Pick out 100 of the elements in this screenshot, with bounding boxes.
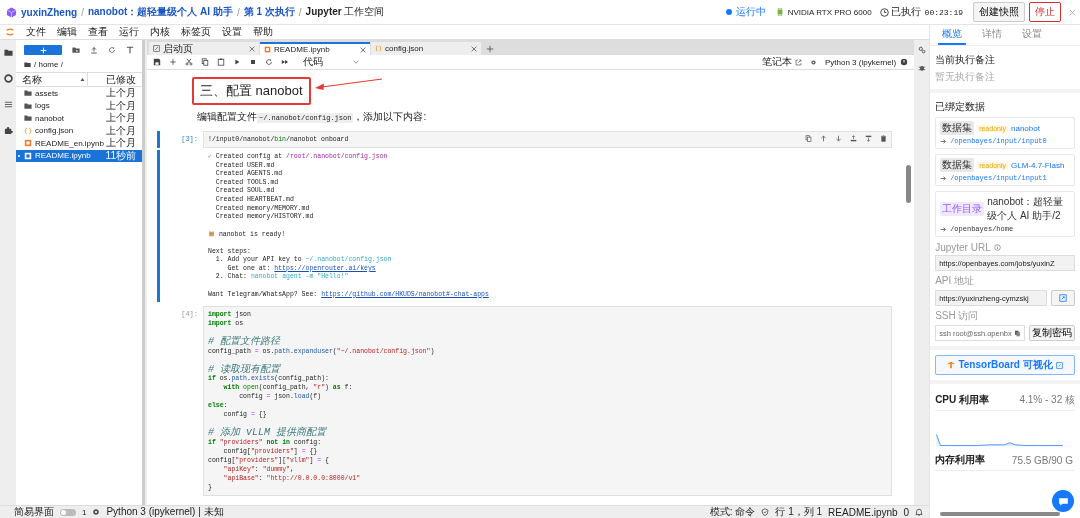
close-icon[interactable]: [471, 45, 477, 52]
list-icon[interactable]: [3, 100, 13, 109]
move-down-icon[interactable]: [835, 135, 843, 142]
code-input[interactable]: [203, 306, 893, 497]
simple-mode-toggle[interactable]: [60, 508, 76, 516]
editor-tab[interactable]: README.ipynb: [260, 42, 370, 55]
file-row[interactable]: nanobot 上个月: [16, 112, 142, 125]
terminal-count[interactable]: 1: [82, 507, 87, 517]
copy-icon[interactable]: [1014, 329, 1021, 337]
stop-icon[interactable]: [249, 58, 257, 66]
chat-button[interactable]: [1052, 490, 1074, 512]
modified-time: 上个月: [106, 111, 136, 126]
column-header[interactable]: 名称: [22, 72, 78, 87]
plus-icon[interactable]: [169, 58, 177, 66]
folder-icon[interactable]: [3, 48, 13, 57]
external-link-icon[interactable]: [795, 58, 802, 66]
menu-item[interactable]: 内核: [150, 25, 170, 39]
menu-item[interactable]: 查看: [88, 25, 108, 39]
breadcrumb-link[interactable]: 第 1 次执行: [243, 5, 295, 19]
duplicate-icon[interactable]: [805, 135, 813, 142]
type-tag: 工作目录: [940, 202, 985, 216]
cell-type-dropdown[interactable]: 代码: [303, 55, 359, 69]
type-tag: 数据集: [940, 158, 975, 172]
snapshot-button[interactable]: 创建快照: [973, 2, 1025, 22]
panel-tab[interactable]: 设置: [1018, 25, 1047, 45]
notebook-link[interactable]: 笔记本: [762, 55, 792, 69]
status-label: 运行中: [735, 5, 766, 19]
breadcrumb-link[interactable]: nanobot：超轻量级个人 AI 助手: [87, 5, 233, 19]
file-row[interactable]: config.json 上个月: [16, 124, 142, 137]
insert-above-icon[interactable]: [850, 135, 858, 142]
dataset-name: GLM-4.7-Flash: [1011, 160, 1065, 170]
close-icon[interactable]: [249, 45, 255, 52]
breadcrumb-path[interactable]: / home /: [34, 60, 63, 69]
move-up-icon[interactable]: [820, 135, 828, 142]
braces-icon: [375, 45, 382, 52]
file-row[interactable]: README_en.ipynb 上个月: [16, 137, 142, 150]
circle-stop-icon[interactable]: [3, 74, 13, 83]
new-folder-icon[interactable]: [72, 46, 80, 54]
notebook-icon: [24, 151, 32, 160]
tensorboard-button[interactable]: TensorBoard 可视化: [935, 355, 1075, 375]
close-icon[interactable]: [360, 46, 366, 53]
menu-item[interactable]: 设置: [222, 25, 242, 39]
save-icon[interactable]: [153, 58, 161, 66]
menu-item[interactable]: 标签页: [181, 25, 211, 39]
gear-icon[interactable]: [810, 58, 817, 66]
scrollbar-thumb[interactable]: [940, 512, 1060, 516]
cat-icon: [208, 230, 215, 238]
info-icon: [993, 244, 1001, 251]
notification-count[interactable]: 0: [903, 506, 910, 518]
file-row[interactable]: README.ipynb 11秒前: [16, 149, 142, 162]
menu-item[interactable]: 帮助: [253, 25, 273, 39]
modified-time: 上个月: [106, 98, 136, 113]
breadcrumb-link[interactable]: yuxinZheng: [21, 6, 78, 18]
jupyter-logo-icon: [5, 27, 15, 37]
file-row[interactable]: logs 上个月: [16, 99, 142, 112]
restart-icon[interactable]: [265, 58, 273, 66]
fast-forward-icon[interactable]: [281, 58, 289, 66]
modified-time: 上个月: [106, 123, 136, 138]
filter-icon[interactable]: [126, 46, 134, 54]
gears-icon[interactable]: [917, 46, 926, 54]
panel-tab[interactable]: 概览: [938, 25, 967, 45]
notebook-icon: [264, 46, 271, 53]
active-cell-bar: [157, 131, 160, 149]
dataset-name: nanobot: [1011, 123, 1040, 133]
notebook-icon: [24, 139, 32, 148]
section-title: 已绑定数据: [935, 100, 987, 114]
kernel-status[interactable]: Python 3 (ipykernel) | 未知: [106, 505, 224, 518]
edit-icon: [153, 45, 160, 52]
insert-below-icon[interactable]: [865, 135, 873, 142]
bell-icon[interactable]: [915, 508, 924, 516]
modified-time: 上个月: [106, 136, 136, 151]
code-line: # 读取现有配置: [208, 364, 280, 374]
stop-button[interactable]: 停止: [1029, 2, 1061, 22]
editor-tab[interactable]: 启动页: [149, 42, 259, 55]
kernel-status-icon: [900, 58, 909, 66]
column-header[interactable]: 已修改: [87, 72, 136, 87]
add-tab-icon[interactable]: [486, 45, 494, 53]
puzzle-icon[interactable]: [3, 126, 13, 135]
kernel-name[interactable]: Python 3 (ipykernel): [825, 57, 897, 67]
menu-item[interactable]: 编辑: [57, 25, 77, 39]
gear-icon[interactable]: [92, 508, 101, 516]
refresh-icon[interactable]: [108, 46, 116, 54]
editor-tab[interactable]: config.json: [371, 42, 481, 55]
panel-tab[interactable]: 详情: [978, 25, 1007, 45]
menu-item[interactable]: 文件: [26, 25, 46, 39]
field-label: Jupyter URL: [935, 242, 991, 253]
copy-icon[interactable]: [201, 58, 209, 66]
play-icon[interactable]: [233, 58, 241, 66]
scissors-icon[interactable]: [185, 58, 193, 66]
file-name: README_en.ipynb: [35, 138, 103, 148]
copy-password-button[interactable]: 复制密码: [1029, 325, 1075, 341]
scrollbar-thumb[interactable]: [906, 165, 912, 203]
paste-icon[interactable]: [217, 58, 225, 66]
new-launcher-button[interactable]: [24, 45, 62, 55]
trash-icon[interactable]: [880, 135, 888, 142]
file-row[interactable]: assets 上个月: [16, 87, 142, 100]
bug-icon[interactable]: [917, 64, 926, 72]
menu-item[interactable]: 运行: [119, 25, 139, 39]
cursor-position[interactable]: 行 1，列 1: [775, 505, 823, 518]
upload-icon[interactable]: [90, 46, 98, 54]
